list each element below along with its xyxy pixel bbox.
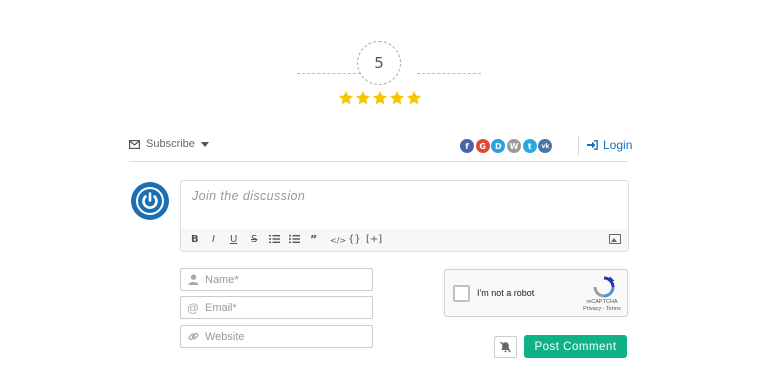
recaptcha-label: I'm not a robot bbox=[477, 288, 535, 298]
code-block-button[interactable]: {} bbox=[348, 234, 361, 246]
editor-toolbar: B I U S ” </> {} [+] bbox=[181, 229, 628, 251]
comments-toolbar: Subscribe f G D Wt vk Login bbox=[129, 136, 632, 158]
recaptcha-checkbox[interactable] bbox=[453, 285, 470, 302]
italic-button[interactable]: I bbox=[212, 234, 215, 246]
recaptcha-brand: reCAPTCHA Privacy - Terms bbox=[577, 299, 627, 313]
underline-button[interactable]: U bbox=[230, 234, 237, 246]
strikethrough-button[interactable]: S bbox=[251, 234, 257, 246]
sign-in-icon bbox=[587, 140, 598, 150]
website-field bbox=[180, 325, 373, 348]
rating-divider-right bbox=[417, 73, 481, 74]
power-icon bbox=[136, 187, 164, 215]
bell-slash-icon bbox=[500, 341, 511, 353]
star-icon[interactable] bbox=[355, 90, 371, 106]
rating-score: 5 bbox=[357, 41, 401, 85]
toolbar-divider bbox=[129, 161, 628, 162]
social-login-list: f G D Wt vk bbox=[460, 139, 554, 153]
envelope-icon bbox=[129, 139, 140, 149]
rating-score-value: 5 bbox=[374, 54, 384, 72]
spoiler-button[interactable]: [+] bbox=[366, 234, 382, 246]
recaptcha-brand-text: reCAPTCHA bbox=[586, 299, 618, 305]
recaptcha-widget: I'm not a robot reCAPTCHA Privacy - Term… bbox=[444, 269, 628, 317]
star-rating[interactable] bbox=[338, 87, 422, 109]
vk-login-icon[interactable]: vk bbox=[538, 139, 553, 153]
recaptcha-logo-icon bbox=[593, 276, 615, 298]
facebook-login-icon[interactable]: f bbox=[460, 139, 474, 153]
website-input[interactable] bbox=[202, 330, 362, 343]
notification-toggle-button[interactable] bbox=[494, 336, 517, 358]
twitter-login-icon[interactable]: t bbox=[522, 139, 537, 153]
disqus-login-icon[interactable]: D bbox=[491, 139, 506, 153]
avatar bbox=[131, 182, 169, 220]
star-icon[interactable] bbox=[389, 90, 405, 106]
caret-down-icon bbox=[200, 141, 209, 147]
star-icon[interactable] bbox=[406, 90, 422, 106]
name-input[interactable] bbox=[202, 273, 362, 286]
login-label: Login bbox=[603, 138, 633, 152]
star-icon[interactable] bbox=[338, 90, 354, 106]
image-upload-icon[interactable] bbox=[609, 234, 621, 244]
toolbar-separator bbox=[578, 136, 579, 156]
name-field bbox=[180, 268, 373, 291]
comment-textarea[interactable]: Join the discussion bbox=[192, 189, 305, 203]
quote-button[interactable]: ” bbox=[310, 234, 317, 246]
at-icon: @ bbox=[186, 300, 200, 315]
ordered-list-button[interactable] bbox=[269, 234, 280, 248]
login-link[interactable]: Login bbox=[587, 138, 632, 152]
recaptcha-privacy-terms-link[interactable]: Privacy - Terms bbox=[577, 306, 627, 313]
post-comment-button[interactable]: Post Comment bbox=[524, 335, 627, 358]
email-field: @ bbox=[180, 296, 373, 319]
subscribe-dropdown[interactable]: Subscribe bbox=[129, 138, 209, 150]
code-button[interactable]: </> bbox=[330, 235, 346, 247]
link-icon bbox=[184, 331, 202, 342]
rating-divider-left bbox=[297, 73, 361, 74]
star-icon[interactable] bbox=[372, 90, 388, 106]
ordered-list-icon bbox=[269, 235, 280, 243]
email-input[interactable] bbox=[202, 301, 362, 314]
unordered-list-button[interactable] bbox=[289, 234, 300, 248]
unordered-list-icon bbox=[289, 234, 300, 244]
wordpress-login-icon[interactable]: W bbox=[507, 139, 522, 153]
comment-editor[interactable]: Join the discussion B I U S ” </> {} [+] bbox=[180, 180, 629, 252]
bold-button[interactable]: B bbox=[191, 234, 199, 246]
subscribe-label: Subscribe bbox=[146, 138, 195, 150]
user-icon bbox=[184, 274, 202, 285]
google-login-icon[interactable]: G bbox=[475, 139, 490, 153]
